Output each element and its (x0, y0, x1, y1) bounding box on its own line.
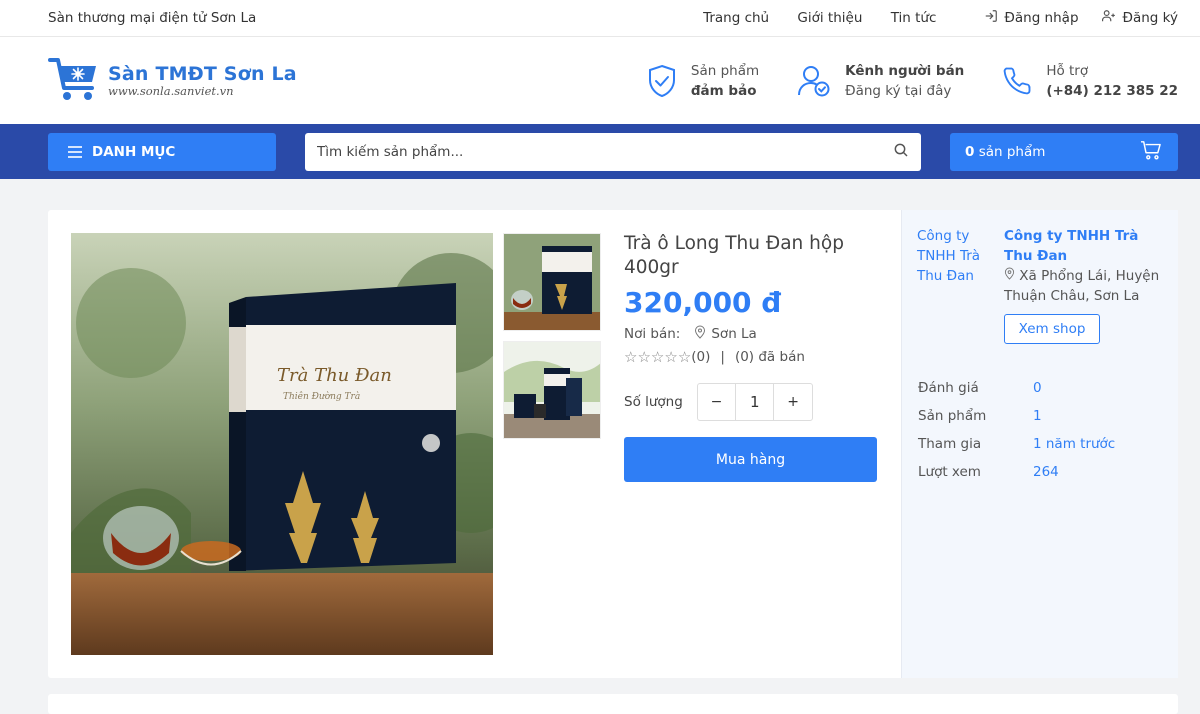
menu-icon (68, 145, 82, 158)
site-logo[interactable]: Sàn TMĐT Sơn La www.sonla.sanviet.vn (48, 54, 297, 108)
top-bar: Sàn thương mại điện tử Sơn La Trang chủ … (0, 0, 1200, 37)
search-bar (305, 132, 921, 171)
feature-seller-channel[interactable]: Kênh người bán Đăng ký tại đây (797, 61, 964, 101)
login-icon (984, 9, 998, 27)
register-label: Đăng ký (1122, 10, 1178, 26)
quantity-label: Số lượng (624, 394, 683, 410)
product-info: Trà ô Long Thu Đan hộp 400gr 320,000 đ N… (624, 232, 879, 482)
register-link[interactable]: Đăng ký (1101, 9, 1178, 27)
logo-title: Sàn TMĐT Sơn La (108, 63, 297, 85)
stat-row-products: Sản phẩm 1 (918, 402, 1115, 430)
site-tagline: Sàn thương mại điện tử Sơn La (48, 10, 257, 26)
stat-row-views: Lượt xem 264 (918, 458, 1115, 486)
stat-label: Sản phẩm (918, 408, 987, 424)
nav-news-link[interactable]: Tin tức (891, 10, 937, 26)
product-title: Trà ô Long Thu Đan hộp 400gr (624, 233, 844, 278)
feature-guarantee-line2: đảm bảo (690, 82, 757, 99)
feature-guarantee-line1: Sản phẩm (690, 62, 760, 79)
buy-button[interactable]: Mua hàng (624, 437, 877, 482)
main-navbar: DANH MỤC 0 sản phẩm (0, 124, 1200, 179)
feature-guarantee: Sản phẩm đảm bảo (647, 61, 759, 101)
cart-count: 0 (965, 143, 975, 160)
rating-separator: | (720, 349, 725, 365)
map-pin-icon (1004, 267, 1019, 284)
support-phone: (+84) 212 385 22 (1046, 82, 1178, 99)
stat-label: Tham gia (918, 436, 982, 452)
seller-location-row: Nơi bán: Sơn La (624, 325, 879, 343)
quantity-stepper: − 1 + (696, 383, 813, 421)
quantity-row: Số lượng − 1 + (624, 383, 879, 421)
star-icon: ☆ (677, 348, 692, 366)
cart-button[interactable]: 0 sản phẩm (950, 132, 1178, 171)
stat-value: 264 (1033, 464, 1059, 480)
feature-seller-line1: Kênh người bán (845, 62, 965, 79)
sold-count: (0) đã bán (734, 349, 805, 365)
feature-seller-line2: Đăng ký tại đây (845, 82, 952, 99)
star-icon: ☆ (650, 348, 665, 366)
box-sub-text: Thiên Đường Trà (283, 391, 360, 402)
next-section-card (48, 694, 1178, 714)
map-pin-icon (694, 325, 706, 343)
stat-label: Đánh giá (918, 380, 979, 396)
view-shop-button[interactable]: Xem shop (1004, 314, 1100, 344)
shop-address: Xã Phổng Lái, Huyện Thuận Châu, Sơn La (1004, 266, 1169, 306)
category-label: DANH MỤC (92, 143, 176, 160)
product-main-image[interactable]: Trà Thu Đan Thiên Đường Trà (71, 233, 493, 655)
search-input[interactable] (317, 143, 893, 160)
user-check-icon (797, 65, 831, 97)
logo-url: www.sonla.sanviet.vn (108, 84, 234, 98)
user-plus-icon (1101, 9, 1117, 27)
star-icon: ☆ (637, 348, 651, 366)
stat-value: 1 (1033, 408, 1042, 424)
shop-stats: Đánh giá 0 Sản phẩm 1 Tham gia 1 năm trư… (918, 374, 1115, 486)
login-label: Đăng nhập (1004, 10, 1079, 26)
stat-row-joined: Tham gia 1 năm trước (918, 430, 1115, 458)
quantity-decrease-button[interactable]: − (698, 384, 735, 420)
search-icon[interactable] (893, 142, 909, 162)
site-header: Sàn TMĐT Sơn La www.sonla.sanviet.vn Sản… (0, 37, 1200, 124)
login-link[interactable]: Đăng nhập (984, 9, 1079, 27)
cart-label: sản phẩm (978, 143, 1046, 160)
cart-summary: 0 sản phẩm (965, 144, 1045, 160)
star-icon: ☆ (664, 348, 678, 366)
seller-location: Sơn La (711, 326, 757, 342)
top-nav: Trang chủ Giới thiệu Tin tức (703, 10, 960, 26)
rating-count: (0) (691, 349, 711, 365)
star-icon: ☆ (624, 348, 638, 366)
feature-support-line1: Hỗ trợ (1046, 62, 1089, 79)
feature-support: Hỗ trợ (+84) 212 385 22 (1002, 61, 1178, 101)
nav-about-link[interactable]: Giới thiệu (797, 10, 862, 26)
cart-icon (1140, 140, 1162, 164)
category-menu-button[interactable]: DANH MỤC (48, 132, 276, 171)
product-thumbnail-2[interactable] (503, 341, 601, 439)
shop-name[interactable]: Công ty TNHH Trà Thu Đan (1004, 226, 1169, 266)
product-card: Trà Thu Đan Thiên Đường Trà Trà ô Long T… (48, 210, 1178, 678)
shop-address-text: Xã Phổng Lái, Huyện Thuận Châu, Sơn La (1004, 268, 1160, 304)
seller-label: Nơi bán: (624, 326, 681, 342)
rating-stars: ☆ ☆ ☆ ☆ ☆ (624, 349, 691, 365)
stat-value: 0 (1033, 380, 1042, 396)
phone-icon (1002, 66, 1032, 96)
nav-home-link[interactable]: Trang chủ (703, 10, 769, 26)
product-detail: Trà Thu Đan Thiên Đường Trà Trà ô Long T… (48, 210, 901, 678)
box-brand-text: Trà Thu Đan (277, 365, 392, 386)
stat-row-rating: Đánh giá 0 (918, 374, 1115, 402)
shop-logo-image[interactable]: Công ty TNHH Trà Thu Đan (917, 226, 992, 286)
shop-panel: Công ty TNHH Trà Thu Đan Công ty TNHH Tr… (901, 210, 1178, 678)
product-price: 320,000 đ (624, 286, 782, 319)
stat-value: 1 năm trước (1033, 436, 1116, 452)
quantity-increase-button[interactable]: + (774, 384, 811, 420)
product-thumbnail-1[interactable] (503, 233, 601, 331)
product-rating-row: ☆ ☆ ☆ ☆ ☆ (0) | (0) đã bán (624, 349, 879, 365)
stat-label: Lượt xem (918, 464, 981, 480)
shield-check-icon (647, 64, 677, 98)
cart-logo-icon (48, 54, 100, 108)
quantity-input[interactable]: 1 (735, 384, 775, 420)
